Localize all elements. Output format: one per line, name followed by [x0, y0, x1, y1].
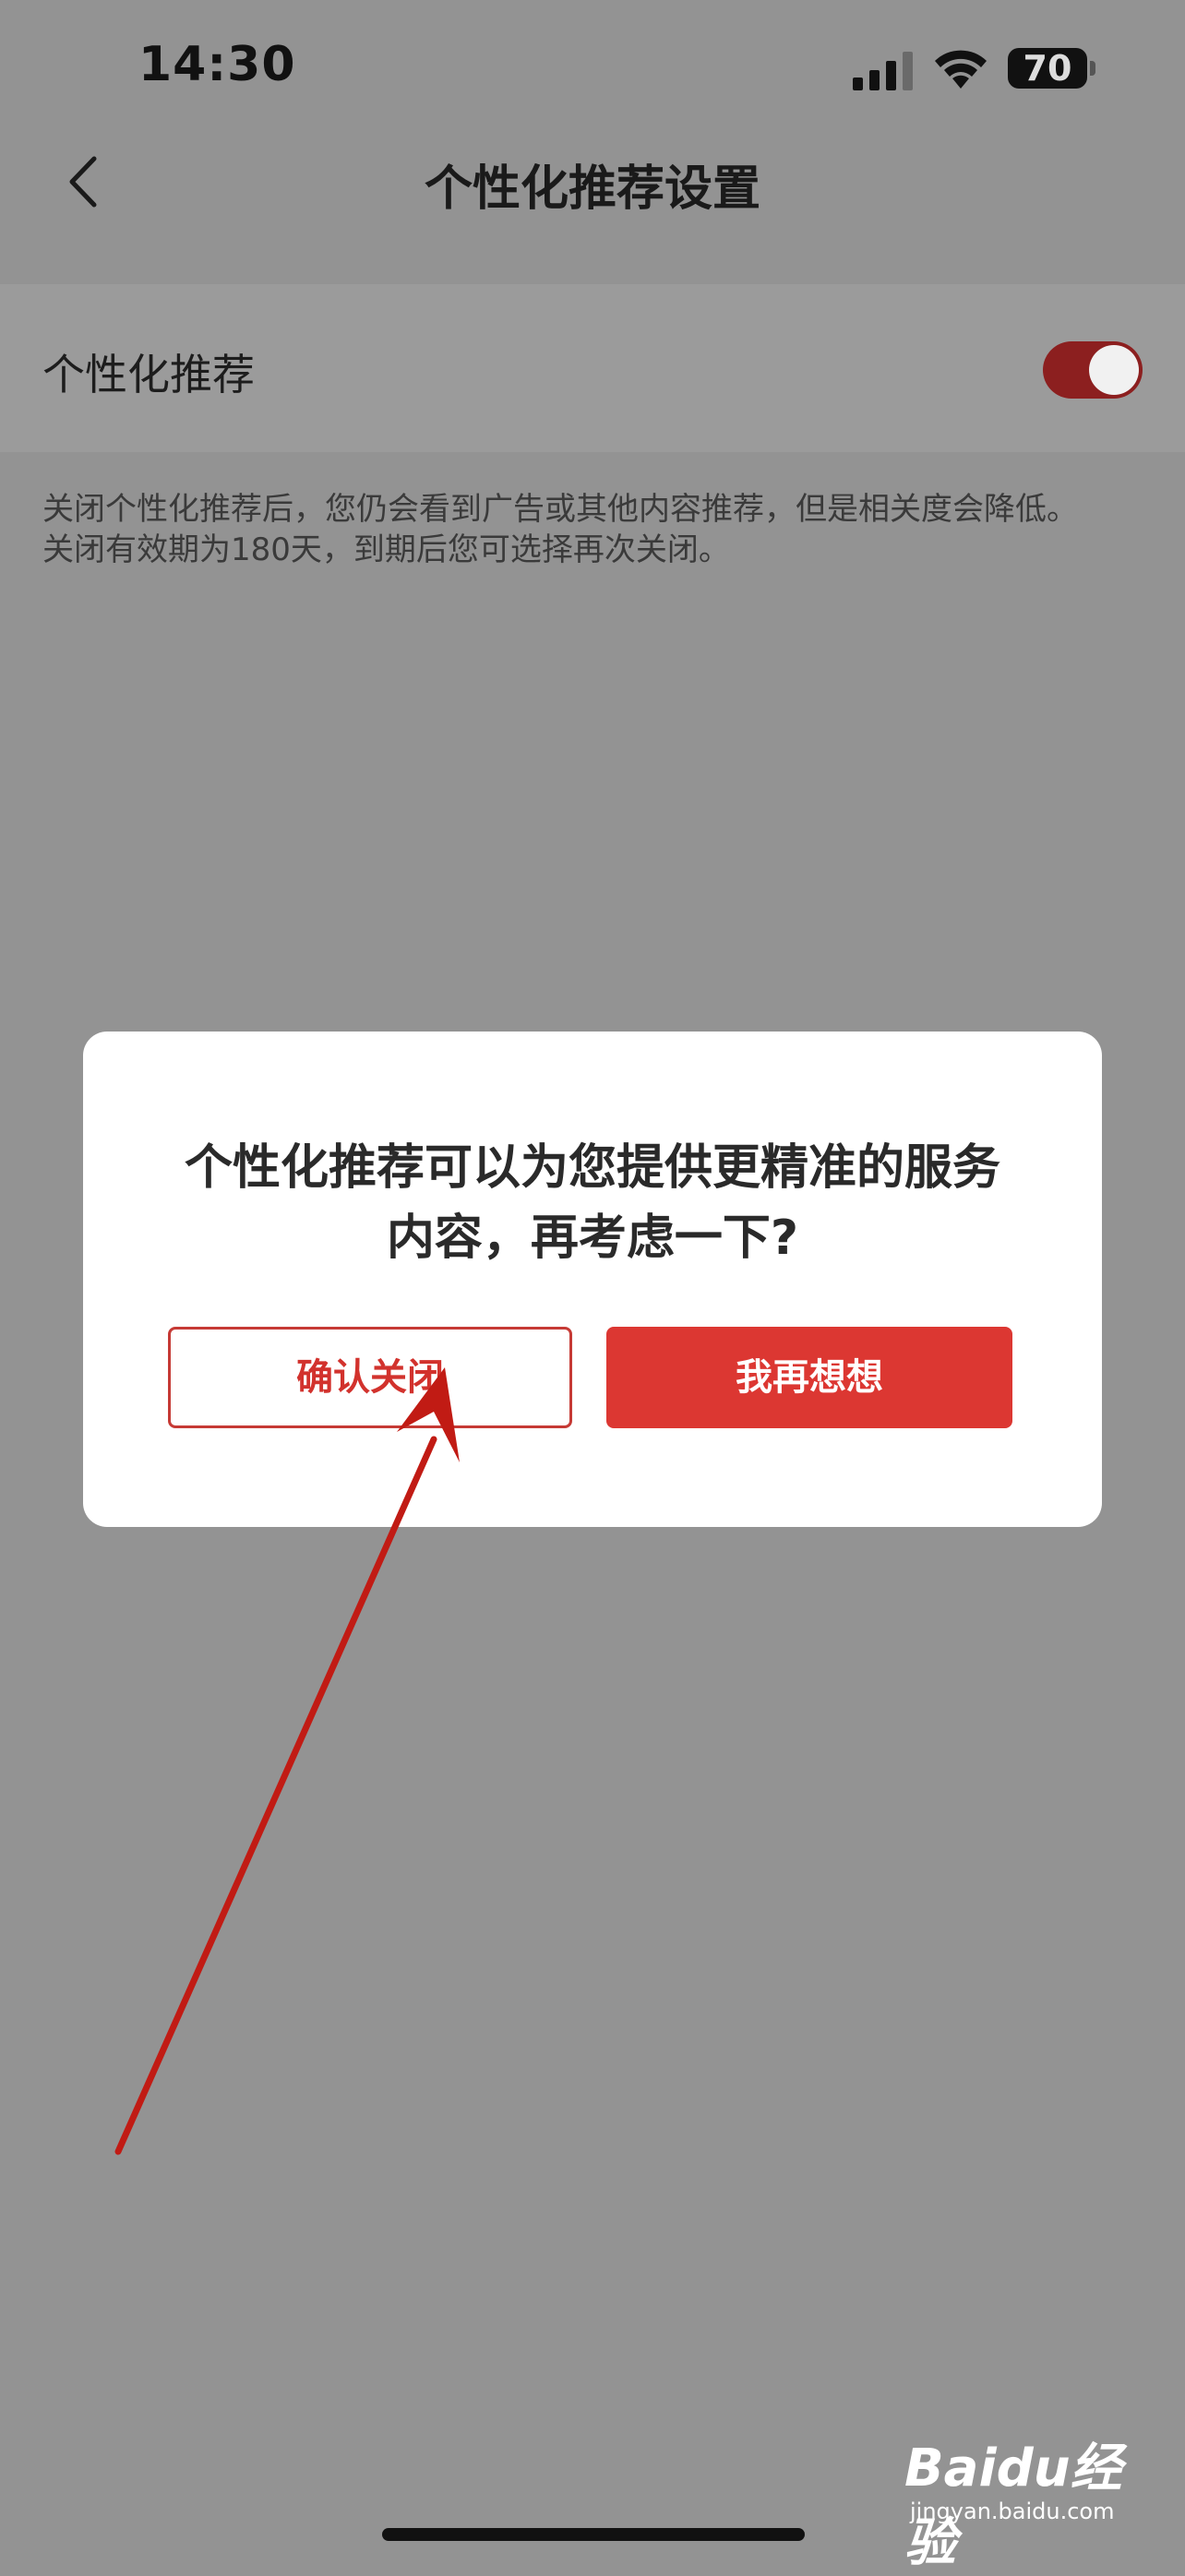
- status-time: 14:30: [138, 37, 296, 92]
- confirm-close-button[interactable]: 确认关闭: [168, 1327, 572, 1428]
- dialog-message-line-2: 内容，再考虑一下?: [386, 1210, 799, 1266]
- battery-icon: 70: [1008, 48, 1087, 89]
- signal-bars-icon: [853, 52, 913, 90]
- battery-level: 70: [1023, 48, 1072, 89]
- confirm-dialog: 个性化推荐可以为您提供更精准的服务 内容，再考虑一下? 确认关闭 我再想想: [83, 1032, 1102, 1527]
- toggle-knob: [1089, 345, 1139, 395]
- rethink-button[interactable]: 我再想想: [606, 1327, 1012, 1428]
- battery-cap: [1090, 61, 1095, 76]
- dialog-message-line-1: 个性化推荐可以为您提供更精准的服务: [184, 1140, 1000, 1196]
- status-bar: 14:30 70: [0, 0, 1185, 138]
- setting-label: 个性化推荐: [42, 350, 255, 400]
- watermark-url: jingyan.baidu.com: [910, 2498, 1115, 2524]
- page: 14:30 70 个性化推荐设置 个性化推荐 关闭个性化推荐后，您仍会看到广告或…: [0, 0, 1185, 2573]
- personalized-recommend-toggle[interactable]: [1043, 341, 1143, 399]
- page-title: 个性化推荐设置: [424, 161, 760, 217]
- home-indicator[interactable]: [382, 2528, 805, 2541]
- setting-description: 关闭个性化推荐后，您仍会看到广告或其他内容推荐，但是相关度会降低。 关闭有效期为…: [42, 489, 1150, 570]
- description-line-1: 关闭个性化推荐后，您仍会看到广告或其他内容推荐，但是相关度会降低。: [42, 491, 1078, 528]
- description-line-2: 关闭有效期为180天，到期后您可选择再次关闭。: [42, 531, 730, 568]
- baidu-watermark: Baidu经验 jingyan.baidu.com: [904, 2427, 1144, 2573]
- wifi-icon: [935, 50, 987, 89]
- dialog-message: 个性化推荐可以为您提供更精准的服务 内容，再考虑一下?: [83, 1133, 1102, 1273]
